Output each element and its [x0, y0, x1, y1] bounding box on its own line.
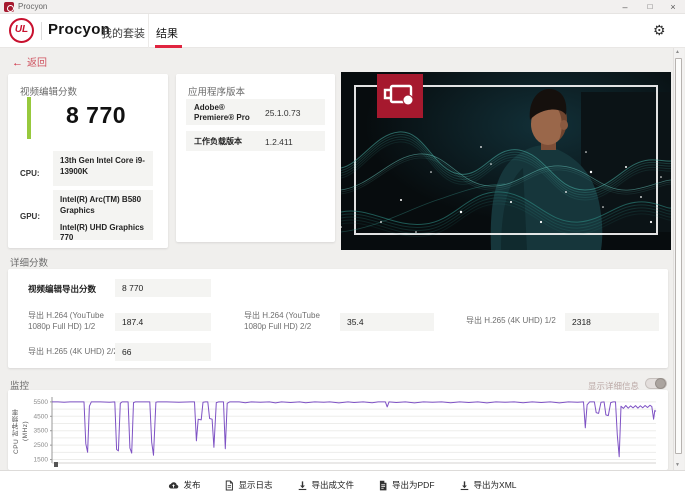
svg-text:4500: 4500	[34, 413, 49, 420]
minimize-icon[interactable]: –	[618, 1, 632, 13]
svg-text:1500: 1500	[34, 457, 49, 464]
detail-value: 187.4	[115, 313, 211, 331]
close-icon[interactable]: ×	[666, 1, 680, 13]
app-window: Procyon – □ × UL Procyon 我的套装 结果 ⚙ ← 返回 视…	[0, 0, 685, 499]
app-version-card: 应用程序版本 Adobe® Premiere® Pro 25.1.0.73 工作…	[176, 74, 335, 242]
details-section-title: 详细分数	[10, 258, 49, 269]
app-icon	[4, 2, 14, 12]
window-title: Procyon	[18, 2, 48, 11]
monitor-chart-card: CPU 时钟频率 (MHz) 1500 2500 3500 4500 5500	[8, 390, 668, 470]
video-camera-icon	[377, 74, 423, 118]
svg-text:5500: 5500	[34, 399, 49, 406]
score-card-title: 视频编辑分数	[20, 87, 78, 98]
detail-label: 导出 H.264 (YouTube 1080p Full HD) 1/2	[28, 311, 104, 331]
export-xml-button[interactable]: 导出为XML	[459, 479, 517, 491]
ul-logo: UL	[9, 18, 34, 43]
detail-value: 8 770	[115, 279, 211, 297]
export-file-label: 导出成文件	[311, 480, 355, 490]
detail-label: 视频编辑导出分数	[28, 284, 97, 294]
detail-value: 66	[115, 343, 211, 361]
workload-label: 工作负载版本	[194, 137, 242, 146]
gpu-value-2: Intel(R) UHD Graphics 770	[60, 222, 145, 243]
back-arrow-icon: ←	[12, 57, 23, 69]
svg-text:3500: 3500	[34, 428, 49, 435]
gpu-label: GPU:	[20, 212, 40, 221]
gpu-value: Intel(R) Arc(TM) B580 Graphics Intel(R) …	[53, 190, 153, 242]
workload-version-row: 工作负载版本 1.2.411	[186, 131, 325, 151]
score-card: 视频编辑分数 8 770 CPU: 13th Gen Intel Core i9…	[8, 74, 168, 248]
chart-y-axis-label: CPU 时钟频率 (MHz)	[13, 408, 29, 454]
toggle-knob	[655, 378, 666, 389]
divider	[148, 14, 149, 48]
app-version-row: Adobe® Premiere® Pro 25.1.0.73	[186, 99, 325, 125]
export-pdf-button[interactable]: 导出为PDF	[378, 479, 435, 491]
detail-value: 2318	[565, 313, 659, 331]
export-xml-label: 导出为XML	[473, 480, 517, 490]
app-version-value: 25.1.0.73	[265, 108, 301, 118]
cpu-value: 13th Gen Intel Core i9-13900K	[53, 151, 153, 186]
title-bar: Procyon – □ ×	[0, 0, 685, 14]
score-accent-bar	[27, 97, 31, 139]
footer-toolbar: 发布 显示日志 导出成文件 导出为PDF 导出为XML	[0, 470, 685, 499]
nav-item-results[interactable]: 结果	[156, 25, 178, 41]
download-icon	[460, 480, 468, 490]
detail-label: 导出 H.265 (4K UHD) 1/2	[466, 316, 556, 325]
show-log-button[interactable]: 显示日志	[224, 479, 273, 491]
scroll-down-icon[interactable]: ▼	[675, 462, 680, 468]
pdf-icon	[379, 480, 387, 490]
details-card: 视频编辑导出分数 8 770 导出 H.264 (YouTube 1080p F…	[8, 269, 668, 368]
log-icon	[226, 480, 234, 490]
gear-icon[interactable]: ⚙	[653, 22, 666, 39]
export-pdf-label: 导出为PDF	[392, 480, 435, 490]
svg-text:2500: 2500	[34, 442, 49, 449]
detail-value: 35.4	[340, 313, 434, 331]
cloud-upload-icon	[169, 481, 179, 489]
hero-image	[341, 72, 671, 250]
divider	[41, 22, 42, 40]
maximize-icon[interactable]: □	[643, 1, 657, 13]
show-log-label: 显示日志	[238, 480, 273, 490]
workload-version-value: 1.2.411	[265, 137, 293, 147]
export-file-button[interactable]: 导出成文件	[297, 479, 355, 491]
scroll-up-icon[interactable]: ▲	[675, 49, 680, 55]
cpu-frequency-chart: 1500 2500 3500 4500 5500	[34, 397, 657, 467]
publish-button[interactable]: 发布	[168, 479, 200, 491]
active-tab-underline	[155, 45, 182, 48]
back-button[interactable]: ← 返回	[12, 54, 47, 69]
detail-label: 导出 H.264 (YouTube 1080p Full HD) 2/2	[244, 311, 320, 331]
show-details-toggle[interactable]	[645, 378, 667, 389]
app-name: Adobe® Premiere® Pro	[194, 103, 250, 123]
download-icon	[298, 480, 306, 490]
app-version-title: 应用程序版本	[188, 87, 246, 98]
overall-score: 8 770	[65, 102, 127, 128]
publish-label: 发布	[183, 480, 201, 490]
nav-item-my-suites[interactable]: 我的套装	[101, 25, 145, 41]
gpu-value-1: Intel(R) Arc(TM) B580 Graphics	[60, 195, 142, 215]
cpu-label: CPU:	[20, 169, 40, 178]
nav-bar: UL Procyon 我的套装 结果 ⚙	[0, 14, 685, 48]
scrollbar-thumb[interactable]	[675, 58, 682, 454]
